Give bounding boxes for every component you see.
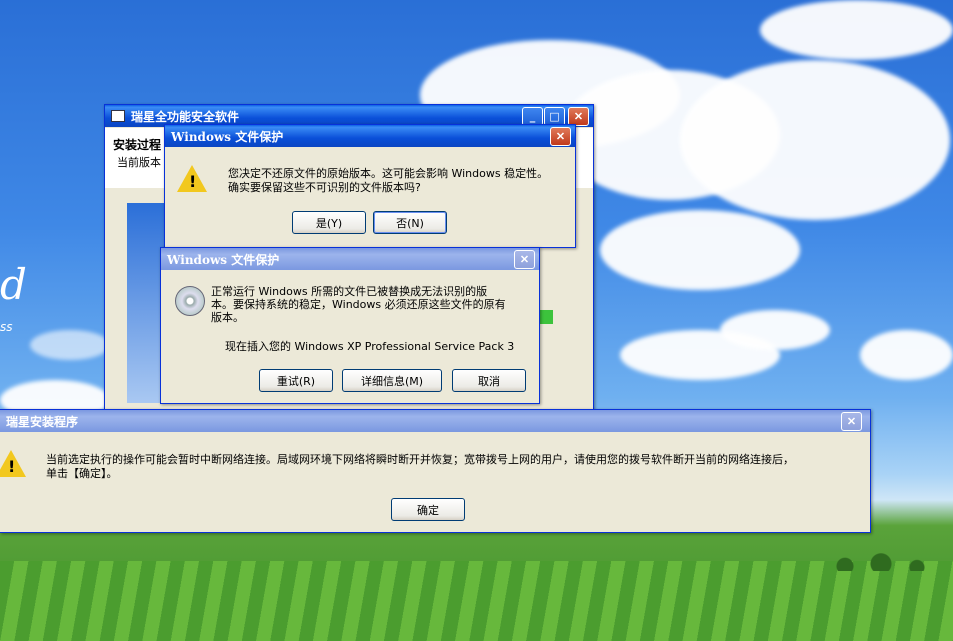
installer-section-title: 安装过程 [113,138,162,152]
wfp-insert-prompt: 现在插入您的 Windows XP Professional Service P… [225,340,515,353]
setup-message-line1: 当前选定执行的操作可能会暂时中断网络连接。局域网环境下网络将瞬时断开并恢复；宽带… [46,453,794,466]
setup-dialog: 瑞星安装程序 ✕ ! 当前选定执行的操作可能会暂时中断网络连接。局域网环境下网络… [0,409,871,533]
wfp-insert-line2: 本。要保持系统的稳定，Windows 必须还原这些文件的原有 [211,298,506,311]
wfp-insert-title: Windows 文件保护 [167,252,280,267]
tree-line [833,547,953,571]
close-icon[interactable]: ✕ [841,412,862,431]
details-button[interactable]: 详细信息(M) [342,369,442,392]
setup-titlebar[interactable]: 瑞星安装程序 ✕ [0,410,870,432]
desktop-watermark-tail: ss [0,320,13,334]
setup-title: 瑞星安装程序 [6,414,79,429]
close-icon[interactable]: ✕ [550,127,571,146]
wfp-confirm-line1: 您决定不还原文件的原始版本。这可能会影响 Windows 稳定性。 [228,167,549,180]
wfp-confirm-title: Windows 文件保护 [171,129,284,144]
no-button[interactable]: 否(N) [373,211,447,234]
wfp-insert-titlebar[interactable]: Windows 文件保护 ✕ [161,248,539,270]
wfp-insert-line3: 版本。 [211,311,244,324]
wfp-confirm-dialog: Windows 文件保护 ✕ ! 您决定不还原文件的原始版本。这可能会影响 Wi… [164,124,576,248]
cancel-button[interactable]: 取消 [452,369,526,392]
wfp-insert-line1: 正常运行 Windows 所需的文件已被替换成无法识别的版 [211,285,488,298]
wfp-insert-dialog: Windows 文件保护 ✕ 正常运行 Windows 所需的文件已被替换成无法… [160,247,540,404]
installer-current-version: 当前版本 [117,156,161,169]
yes-button[interactable]: 是(Y) [292,211,366,234]
wfp-confirm-titlebar[interactable]: Windows 文件保护 ✕ [165,125,575,147]
retry-button[interactable]: 重试(R) [259,369,333,392]
close-icon[interactable]: ✕ [514,250,535,269]
wfp-confirm-line2: 确实要保留这些不可识别的文件版本吗? [228,181,421,194]
installer-app-icon [111,110,125,122]
ok-button[interactable]: 确定 [391,498,465,521]
setup-message-line2: 单击【确定】。 [46,467,118,480]
installer-title: 瑞星全功能安全软件 [131,109,240,124]
desktop-watermark: d [0,260,27,309]
cd-icon [175,286,205,316]
